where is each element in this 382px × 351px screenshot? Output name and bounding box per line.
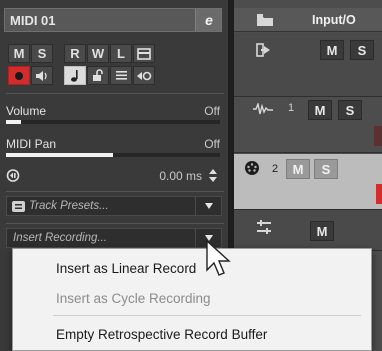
midi-plug-icon (245, 161, 259, 175)
solo-button[interactable]: S (31, 44, 53, 63)
volume-slider-fill (6, 120, 21, 124)
track-mute-button[interactable]: M (286, 159, 310, 179)
track-solo-button[interactable]: S (314, 159, 338, 179)
speaker-icon (36, 70, 47, 81)
track-solo-button[interactable]: S (338, 100, 362, 120)
track-delay-value: 0.00 ms (159, 169, 202, 183)
track-name: MIDI 01 (10, 13, 56, 28)
track-freeze-button[interactable] (133, 66, 155, 85)
folder-icon (257, 14, 273, 26)
lanes-icon (115, 71, 127, 80)
time-base-button[interactable] (64, 66, 86, 85)
record-enable-button[interactable] (374, 126, 382, 146)
volume-label: Volume (6, 104, 47, 118)
lock-button[interactable] (87, 66, 109, 85)
track-name-field[interactable]: MIDI 01 e (4, 8, 222, 32)
volume-slider[interactable] (6, 120, 220, 124)
menu-item-empty-retrospective-buffer[interactable]: Empty Retrospective Record Buffer (56, 327, 267, 342)
output-icon (256, 43, 270, 57)
triangle-down-icon (204, 203, 213, 209)
track-list-header: Input/O (234, 8, 382, 32)
input-output-column-label: Input/O (312, 13, 356, 27)
note-icon (71, 69, 78, 82)
pan-label: MIDI Pan (6, 137, 57, 151)
divider (6, 191, 224, 192)
edit-e-icon: e (205, 12, 213, 28)
track-delay-row: 0.00 ms (6, 168, 220, 184)
svg-text:e: e (205, 12, 213, 28)
track-row-audio[interactable]: 1 M S (234, 98, 382, 153)
menu-item-insert-linear-record[interactable]: Insert as Linear Record (56, 261, 196, 276)
write-automation-button[interactable]: W (87, 44, 109, 63)
pan-slider-fill (6, 153, 113, 157)
insert-recording-selector[interactable]: Insert Recording... (6, 228, 222, 248)
preset-icon (12, 201, 25, 212)
mute-button[interactable]: M (8, 44, 30, 63)
divider (6, 93, 224, 94)
track-presets-label: Track Presets... (29, 200, 109, 212)
track-mute-button[interactable]: M (308, 100, 332, 120)
edit-instrument-button[interactable]: e (195, 9, 221, 31)
track-mute-button[interactable]: M (320, 40, 344, 60)
monitor-button[interactable] (31, 66, 53, 85)
record-dot-icon (15, 71, 23, 80)
insert-recording-label: Insert Recording... (13, 232, 107, 244)
track-row-midi-selected[interactable]: 2 M S (234, 154, 382, 210)
mixer-icon (257, 220, 271, 234)
menu-item-insert-cycle-recording: Insert as Cycle Recording (56, 291, 211, 306)
pan-slider[interactable] (6, 153, 220, 157)
track-row-group[interactable]: M (234, 211, 382, 251)
track-number: 2 (272, 163, 279, 175)
left-arrow-circle-icon (137, 71, 152, 80)
track-number: 1 (288, 102, 295, 114)
track-delay-icon (6, 169, 20, 182)
audio-wave-icon (253, 103, 273, 115)
menu-separator (53, 315, 361, 316)
track-mute-button[interactable]: M (310, 221, 334, 241)
lock-editing-button[interactable]: L (110, 44, 132, 63)
volume-value: Off (204, 104, 220, 118)
stepper-icon[interactable] (208, 168, 218, 183)
track-row-output[interactable]: M S (234, 33, 382, 97)
pan-value: Off (204, 137, 220, 151)
track-presets-selector[interactable]: Track Presets... (6, 196, 222, 216)
read-automation-button[interactable]: R (64, 44, 86, 63)
unlock-icon (93, 69, 103, 81)
divider (6, 223, 224, 224)
record-enable-button[interactable] (8, 66, 30, 85)
lanes-button[interactable] (110, 66, 132, 85)
insert-recording-menu: Insert as Linear Record Insert as Cycle … (12, 248, 372, 351)
record-enable-button[interactable] (376, 184, 382, 204)
track-solo-button[interactable]: S (350, 40, 374, 60)
edit-channel-button[interactable] (133, 44, 155, 63)
mouse-pointer-icon (206, 240, 231, 276)
channel-settings-icon (137, 47, 151, 60)
track-presets-dropdown[interactable] (195, 196, 221, 216)
